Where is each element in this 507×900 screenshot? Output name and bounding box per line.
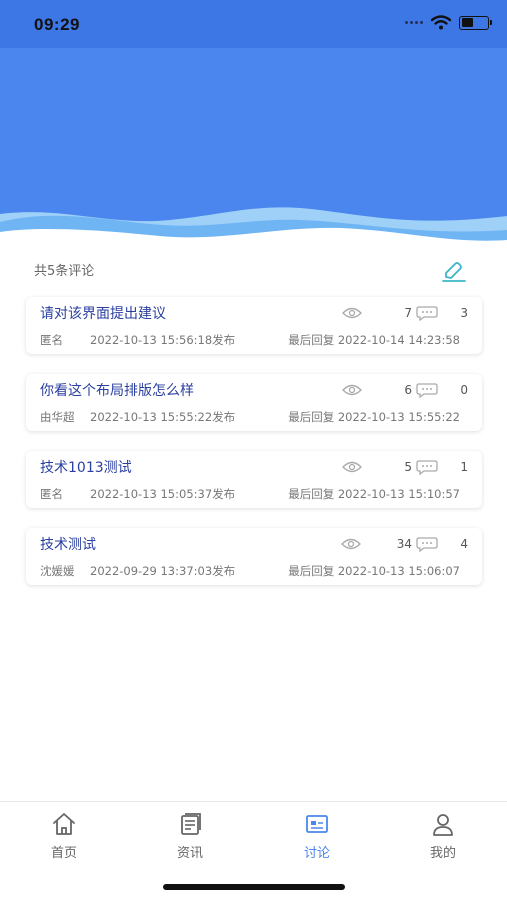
comment-bubble-icon bbox=[416, 537, 438, 552]
post-author: 匿名 bbox=[40, 487, 63, 501]
tab-discussion[interactable]: 讨论 bbox=[282, 810, 352, 861]
reply-count: 1 bbox=[460, 460, 468, 474]
user-icon bbox=[433, 814, 453, 836]
status-bar: 09:29 bbox=[0, 0, 507, 48]
comment-bubble-icon bbox=[416, 306, 438, 321]
post-time: 2022-10-13 15:05:37发布 bbox=[90, 487, 236, 501]
signal-icon bbox=[405, 21, 423, 24]
wave-decoration bbox=[0, 207, 507, 256]
view-count: 6 bbox=[404, 383, 412, 397]
last-reply-time: 最后回复 2022-10-14 14:23:58 bbox=[288, 333, 460, 347]
post-author: 由华超 bbox=[40, 410, 75, 424]
view-count: 5 bbox=[404, 460, 412, 474]
tab-news[interactable]: 资讯 bbox=[155, 810, 225, 861]
post-title: 请对该界面提出建议 bbox=[40, 306, 166, 322]
tab-label: 资讯 bbox=[176, 846, 203, 861]
view-count: 7 bbox=[404, 306, 412, 320]
eye-icon bbox=[342, 307, 362, 319]
tab-mine[interactable]: 我的 bbox=[408, 810, 478, 861]
post-card[interactable]: 请对该界面提出建议 7 3 匿名 2022-10-13 15:56:18发布 最… bbox=[26, 297, 482, 354]
post-time: 2022-09-29 13:37:03发布 bbox=[90, 564, 236, 578]
news-icon bbox=[181, 813, 201, 835]
view-count: 34 bbox=[396, 537, 412, 551]
post-author: 沈媛媛 bbox=[40, 564, 75, 578]
edit-icon[interactable] bbox=[440, 260, 468, 284]
post-card[interactable]: 你看这个布局排版怎么样 6 0 由华超 2022-10-13 15:55:22发… bbox=[26, 374, 482, 431]
discussion-icon bbox=[306, 815, 328, 833]
comment-bubble-icon bbox=[416, 383, 438, 398]
tab-label: 首页 bbox=[50, 846, 77, 861]
post-time: 2022-10-13 15:55:22发布 bbox=[90, 410, 236, 424]
tab-home[interactable]: 首页 bbox=[29, 810, 99, 861]
post-title: 技术测试 bbox=[40, 537, 96, 553]
eye-icon bbox=[342, 384, 362, 396]
home-icon bbox=[53, 813, 75, 835]
last-reply-time: 最后回复 2022-10-13 15:06:07 bbox=[288, 564, 460, 578]
wifi-icon bbox=[431, 15, 451, 30]
post-list: 请对该界面提出建议 7 3 匿名 2022-10-13 15:56:18发布 最… bbox=[26, 297, 482, 605]
post-title: 你看这个布局排版怎么样 bbox=[40, 383, 194, 399]
post-card[interactable]: 技术1013测试 5 1 匿名 2022-10-13 15:05:37发布 最后… bbox=[26, 451, 482, 508]
battery-icon bbox=[459, 15, 492, 30]
last-reply-time: 最后回复 2022-10-13 15:10:57 bbox=[288, 487, 460, 501]
eye-icon bbox=[342, 461, 362, 473]
reply-count: 0 bbox=[460, 383, 468, 397]
eye-icon bbox=[340, 538, 361, 550]
status-time: 09:29 bbox=[34, 15, 80, 34]
comment-count-row: 共5条评论 bbox=[34, 260, 474, 282]
comment-count: 共5条评论 bbox=[34, 264, 95, 279]
tab-label: 我的 bbox=[429, 846, 456, 861]
reply-count: 4 bbox=[460, 537, 468, 551]
tab-label: 讨论 bbox=[303, 846, 330, 861]
post-author: 匿名 bbox=[40, 333, 63, 347]
last-reply-time: 最后回复 2022-10-13 15:55:22 bbox=[288, 410, 460, 424]
comment-bubble-icon bbox=[416, 460, 438, 475]
post-title: 技术1013测试 bbox=[40, 460, 132, 476]
home-indicator bbox=[163, 884, 345, 890]
post-time: 2022-10-13 15:56:18发布 bbox=[90, 333, 236, 347]
post-card[interactable]: 技术测试 34 4 沈媛媛 2022-09-29 13:37:03发布 最后回复… bbox=[26, 528, 482, 585]
reply-count: 3 bbox=[460, 306, 468, 320]
